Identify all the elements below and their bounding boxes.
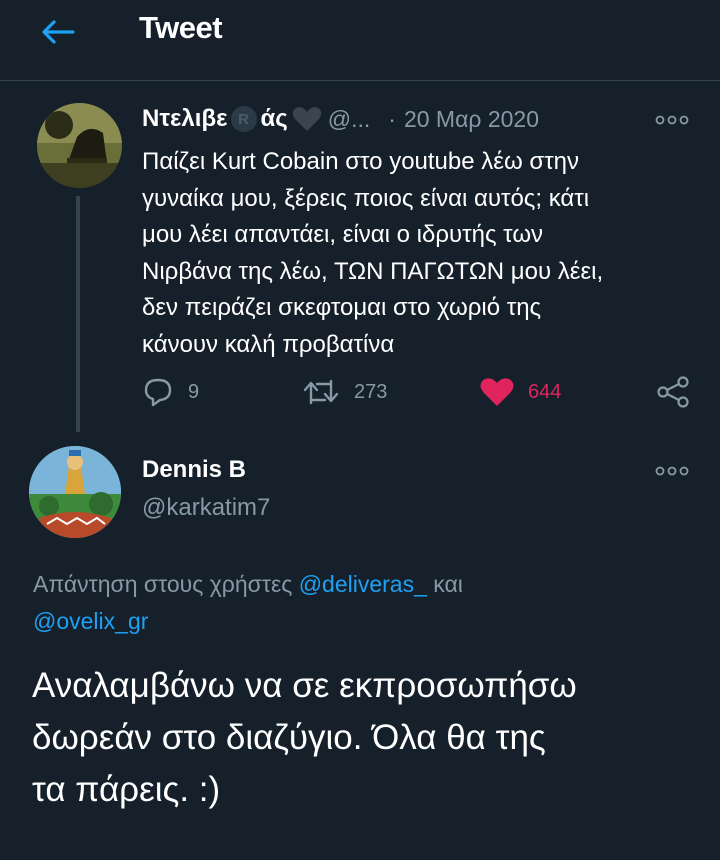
replying-to: Απάντηση στους χρήστες @deliveras_ και @… [33, 566, 693, 640]
tweet-actions: 9 273 644 [142, 370, 702, 414]
retweet-button[interactable]: 273 [302, 370, 387, 414]
more-options-icon [655, 115, 689, 125]
reply-author-name[interactable]: Dennis B [142, 456, 246, 484]
reply-text: Αναλαμβάνω να σε εκπροσωπήσω δωρεάν στο … [32, 666, 577, 809]
top-bar: Tweet [0, 0, 720, 81]
separator-dot: · [388, 105, 396, 132]
author-name-part2[interactable]: άς [261, 105, 288, 133]
reply-more-options-button[interactable] [654, 461, 690, 481]
avatar-image [37, 103, 122, 188]
back-button[interactable] [38, 14, 78, 50]
more-options-icon [655, 466, 689, 476]
like-count: 644 [528, 380, 562, 403]
tweet-detail-screen: Tweet Ντελιβε R άς @... · 20 Μαρ 2020 Πα… [0, 0, 720, 860]
replying-to-prefix: Απάντηση στους χρήστες [33, 571, 293, 597]
share-button[interactable] [656, 370, 690, 414]
tweet-date[interactable]: 20 Μαρ 2020 [404, 106, 539, 133]
retweet-icon [303, 379, 339, 405]
reply-icon [144, 378, 172, 407]
author-handle[interactable]: @... [328, 106, 371, 133]
avatar[interactable] [37, 103, 122, 188]
reply-button[interactable]: 9 [142, 370, 199, 414]
arrow-left-icon [42, 20, 75, 44]
reply-avatar[interactable] [29, 446, 121, 538]
tweet-text: Παίζει Kurt Cobain στο youtube λέω στην … [142, 148, 604, 358]
reply-author-handle[interactable]: @karkatim7 [142, 494, 270, 522]
replying-to-conjunction: και [433, 571, 463, 597]
page-title: Tweet [139, 10, 223, 45]
retweet-count: 273 [354, 380, 388, 403]
author-name-part1[interactable]: Ντελιβε [142, 105, 228, 133]
thread-line [76, 196, 80, 432]
heart-filled-icon [480, 378, 514, 406]
mention-link[interactable]: @deliveras_ [299, 571, 427, 597]
heart-emoji-icon [292, 106, 322, 132]
reply-avatar-image [29, 446, 121, 538]
like-button[interactable]: 644 [480, 370, 561, 414]
reply-count: 9 [188, 380, 200, 403]
tweet-header: Ντελιβε R άς @... · 20 Μαρ 2020 [142, 101, 539, 137]
registered-badge-icon: R [230, 106, 257, 132]
share-icon [657, 376, 689, 408]
more-options-button[interactable] [654, 110, 690, 130]
mention-link[interactable]: @ovelix_gr [33, 608, 148, 634]
